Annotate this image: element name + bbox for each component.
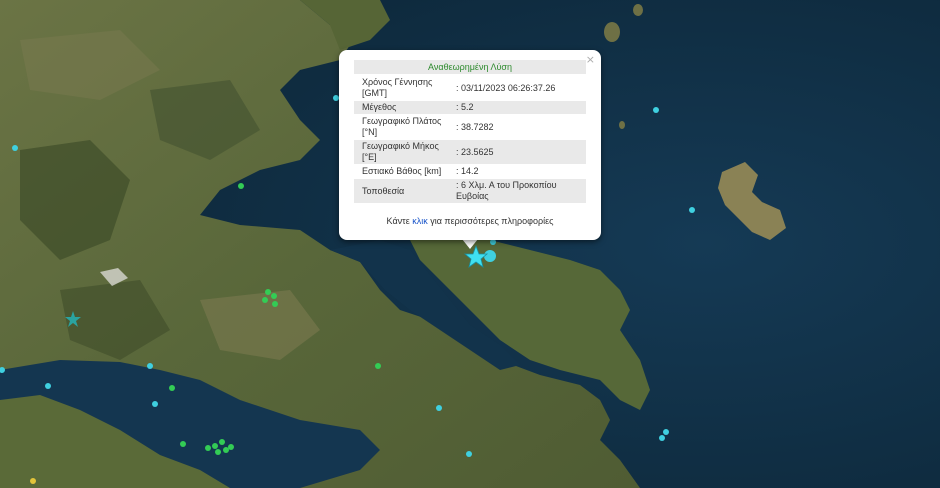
table-row: Γεωγραφικό Μήκος [°E] : 23.5625 (354, 140, 586, 165)
earthquake-marker[interactable] (12, 145, 18, 151)
earthquake-marker[interactable] (659, 435, 665, 441)
green-marker[interactable] (205, 445, 211, 451)
more-info-link[interactable]: κλικ (412, 216, 428, 226)
green-marker[interactable] (238, 183, 244, 189)
popup-pointer (462, 239, 478, 249)
table-row: Εστιακό Βάθος [km] : 14.2 (354, 165, 586, 179)
popup-title: Αναθεωρημένη Λύση (354, 60, 586, 74)
depth-label: Εστιακό Βάθος [km] (362, 166, 442, 176)
location-value: : 6 Χλμ. Α του Προκοπίου Ευβοίας (456, 180, 557, 201)
table-row: Τοποθεσία : 6 Χλμ. Α του Προκοπίου Ευβοί… (354, 179, 586, 204)
earthquake-marker[interactable] (663, 429, 669, 435)
earthquake-marker[interactable] (653, 107, 659, 113)
green-marker[interactable] (169, 385, 175, 391)
green-marker[interactable] (212, 443, 218, 449)
more-info-text: Κάντε κλικ για περισσότερες πληροφορίες (354, 216, 586, 226)
earthquake-marker-large[interactable] (484, 250, 496, 262)
green-marker[interactable] (272, 301, 278, 307)
longitude-value: : 23.5625 (456, 146, 494, 157)
latitude-value: : 38.7282 (456, 121, 494, 132)
origin-time-value: : 03/11/2023 06:26:37.26 (456, 82, 556, 93)
green-marker[interactable] (265, 289, 271, 295)
islet-east (619, 121, 625, 129)
origin-time-label: Χρόνος Γέννησης [GMT] (362, 77, 433, 98)
table-row: Μέγεθος : 5.2 (354, 101, 586, 115)
info-table: Χρόνος Γέννησης [GMT] : 03/11/2023 06:26… (354, 76, 586, 204)
islet-north-2 (633, 4, 643, 16)
location-label: Τοποθεσία (362, 185, 405, 196)
magnitude-label: Μέγεθος (362, 102, 397, 112)
green-marker[interactable] (262, 297, 268, 303)
green-marker[interactable] (375, 363, 381, 369)
earthquake-info-popup: × Αναθεωρημένη Λύση Χρόνος Γέννησης [GMT… (339, 50, 601, 240)
earthquake-marker[interactable] (466, 451, 472, 457)
latitude-label: Γεωγραφικό Πλάτος [°N] (362, 116, 442, 137)
earthquake-marker[interactable] (436, 405, 442, 411)
earthquake-marker[interactable] (152, 401, 158, 407)
table-row: Χρόνος Γέννησης [GMT] : 03/11/2023 06:26… (354, 76, 586, 101)
green-marker[interactable] (219, 439, 225, 445)
table-row: Γεωγραφικό Πλάτος [°N] : 38.7282 (354, 115, 586, 140)
more-info-suffix: για περισσότερες πληροφορίες (427, 216, 554, 226)
green-marker[interactable] (271, 293, 277, 299)
magnitude-value: : 5.2 (456, 102, 474, 112)
green-marker[interactable] (180, 441, 186, 447)
green-marker[interactable] (215, 449, 221, 455)
earthquake-marker[interactable] (45, 383, 51, 389)
islet-north (604, 22, 620, 42)
earthquake-marker[interactable] (689, 207, 695, 213)
yellow-marker[interactable] (30, 478, 36, 484)
green-marker[interactable] (228, 444, 234, 450)
earthquake-marker[interactable] (147, 363, 153, 369)
more-info-prefix: Κάντε (386, 216, 413, 226)
longitude-label: Γεωγραφικό Μήκος [°E] (362, 141, 439, 162)
depth-value: : 14.2 (456, 166, 479, 176)
green-marker[interactable] (223, 447, 229, 453)
close-icon[interactable]: × (586, 53, 595, 66)
